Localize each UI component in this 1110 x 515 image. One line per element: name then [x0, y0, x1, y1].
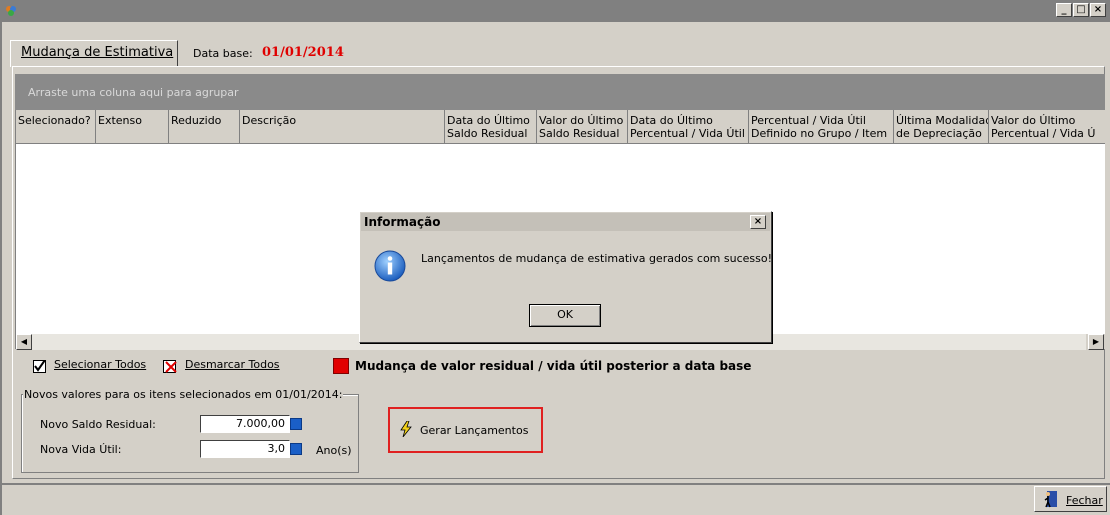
grid-header: Selecionado? Extenso Reduzido Descrição … [16, 110, 1105, 144]
fechar-text: Fechar [1066, 494, 1103, 507]
saldo-residual-label: Novo Saldo Residual: [40, 418, 156, 431]
data-base-label: Data base: [193, 47, 253, 60]
uncheck-icon [163, 360, 177, 373]
data-base-value: 01/01/2014 [262, 45, 344, 60]
status-divider [0, 483, 1110, 485]
fechar-label: Fechar [1066, 494, 1103, 507]
header-line: Saldo Residual [447, 127, 528, 140]
column-header-selecionado[interactable]: Selecionado? [16, 110, 96, 144]
fieldset-legend: Novos valores para os itens selecionados… [23, 388, 344, 401]
vida-util-label: Nova Vida Útil: [40, 443, 122, 456]
scroll-right-icon[interactable]: ▶ [1088, 334, 1104, 350]
select-all-button[interactable]: Selecionar Todos [54, 358, 146, 371]
header-line: Última Modalidade [896, 114, 989, 127]
vida-util-input[interactable]: 3,0 [200, 440, 290, 458]
new-values-fieldset [21, 394, 359, 473]
legend-text: Mudança de valor residual / vida útil po… [355, 359, 752, 373]
header-line: Valor do Último [991, 114, 1076, 127]
column-header-extenso[interactable]: Extenso [96, 110, 169, 144]
vida-util-unit: Ano(s) [316, 444, 352, 457]
info-icon [374, 250, 406, 282]
select-all-label: Selecionar Todos [54, 358, 147, 371]
unselect-all-label: Desmarcar Todos [185, 358, 280, 371]
minimize-button[interactable]: _ [1056, 3, 1072, 17]
column-header-percentual-grupo[interactable]: Percentual / Vida Útil Definido no Grupo … [749, 110, 894, 144]
header-line: Valor do Último [539, 114, 624, 127]
dialog-message: Lançamentos de mudança de estimativa ger… [421, 252, 773, 265]
header-line: Data do Último [447, 114, 530, 127]
legend-color-swatch [333, 358, 349, 374]
header-line: Percentual / Vida Útil [751, 114, 866, 127]
dialog-ok-button[interactable]: OK [529, 304, 601, 327]
calculator-icon[interactable] [290, 418, 302, 430]
scroll-left-icon[interactable]: ◀ [16, 334, 32, 350]
column-header-data-saldo[interactable]: Data do Último Saldo Residual [445, 110, 537, 144]
tab-label: Mudança de Estimativa [21, 45, 174, 60]
header-line: Extenso [98, 114, 142, 127]
header-line: Data do Último [630, 114, 713, 127]
calculator-icon[interactable] [290, 443, 302, 455]
column-header-modalidade[interactable]: Última Modalidade de Depreciação [894, 110, 989, 144]
exit-door-icon [1044, 491, 1057, 508]
unselect-all-button[interactable]: Desmarcar Todos [185, 358, 280, 371]
header-line: Percentual / Vida Útil [630, 127, 745, 140]
column-header-valor-percentual[interactable]: Valor do Último Percentual / Vida Ú [989, 110, 1105, 144]
header-line: Selecionado? [18, 114, 91, 127]
column-header-valor-saldo[interactable]: Valor do Último Saldo Residual [537, 110, 628, 144]
header-line: Percentual / Vida Ú [991, 127, 1096, 140]
header-line: de Depreciação [896, 127, 982, 140]
checkmark-icon [33, 360, 46, 373]
column-header-data-percentual[interactable]: Data do Último Percentual / Vida Útil [628, 110, 749, 144]
app-icon [6, 6, 16, 16]
window-frame [0, 22, 2, 515]
column-header-descricao[interactable]: Descrição [240, 110, 445, 144]
header-line: Descrição [242, 114, 297, 127]
close-window-button[interactable]: × [1090, 3, 1106, 17]
dialog-close-button[interactable]: × [750, 215, 766, 229]
window-titlebar [0, 0, 1110, 22]
tab-mudanca-estimativa[interactable]: Mudança de Estimativa [10, 40, 178, 67]
header-line: Definido no Grupo / Item [751, 127, 888, 140]
maximize-button[interactable]: □ [1073, 3, 1089, 17]
column-header-reduzido[interactable]: Reduzido [169, 110, 240, 144]
group-by-hint: Arraste uma coluna aqui para agrupar [28, 86, 239, 99]
lightning-icon [400, 421, 412, 437]
header-line: Reduzido [171, 114, 222, 127]
gerar-lancamentos-label: Gerar Lançamentos [420, 424, 529, 437]
dialog-title: Informação [364, 215, 441, 229]
header-line: Saldo Residual [539, 127, 620, 140]
saldo-residual-input[interactable]: 7.000,00 [200, 415, 290, 433]
